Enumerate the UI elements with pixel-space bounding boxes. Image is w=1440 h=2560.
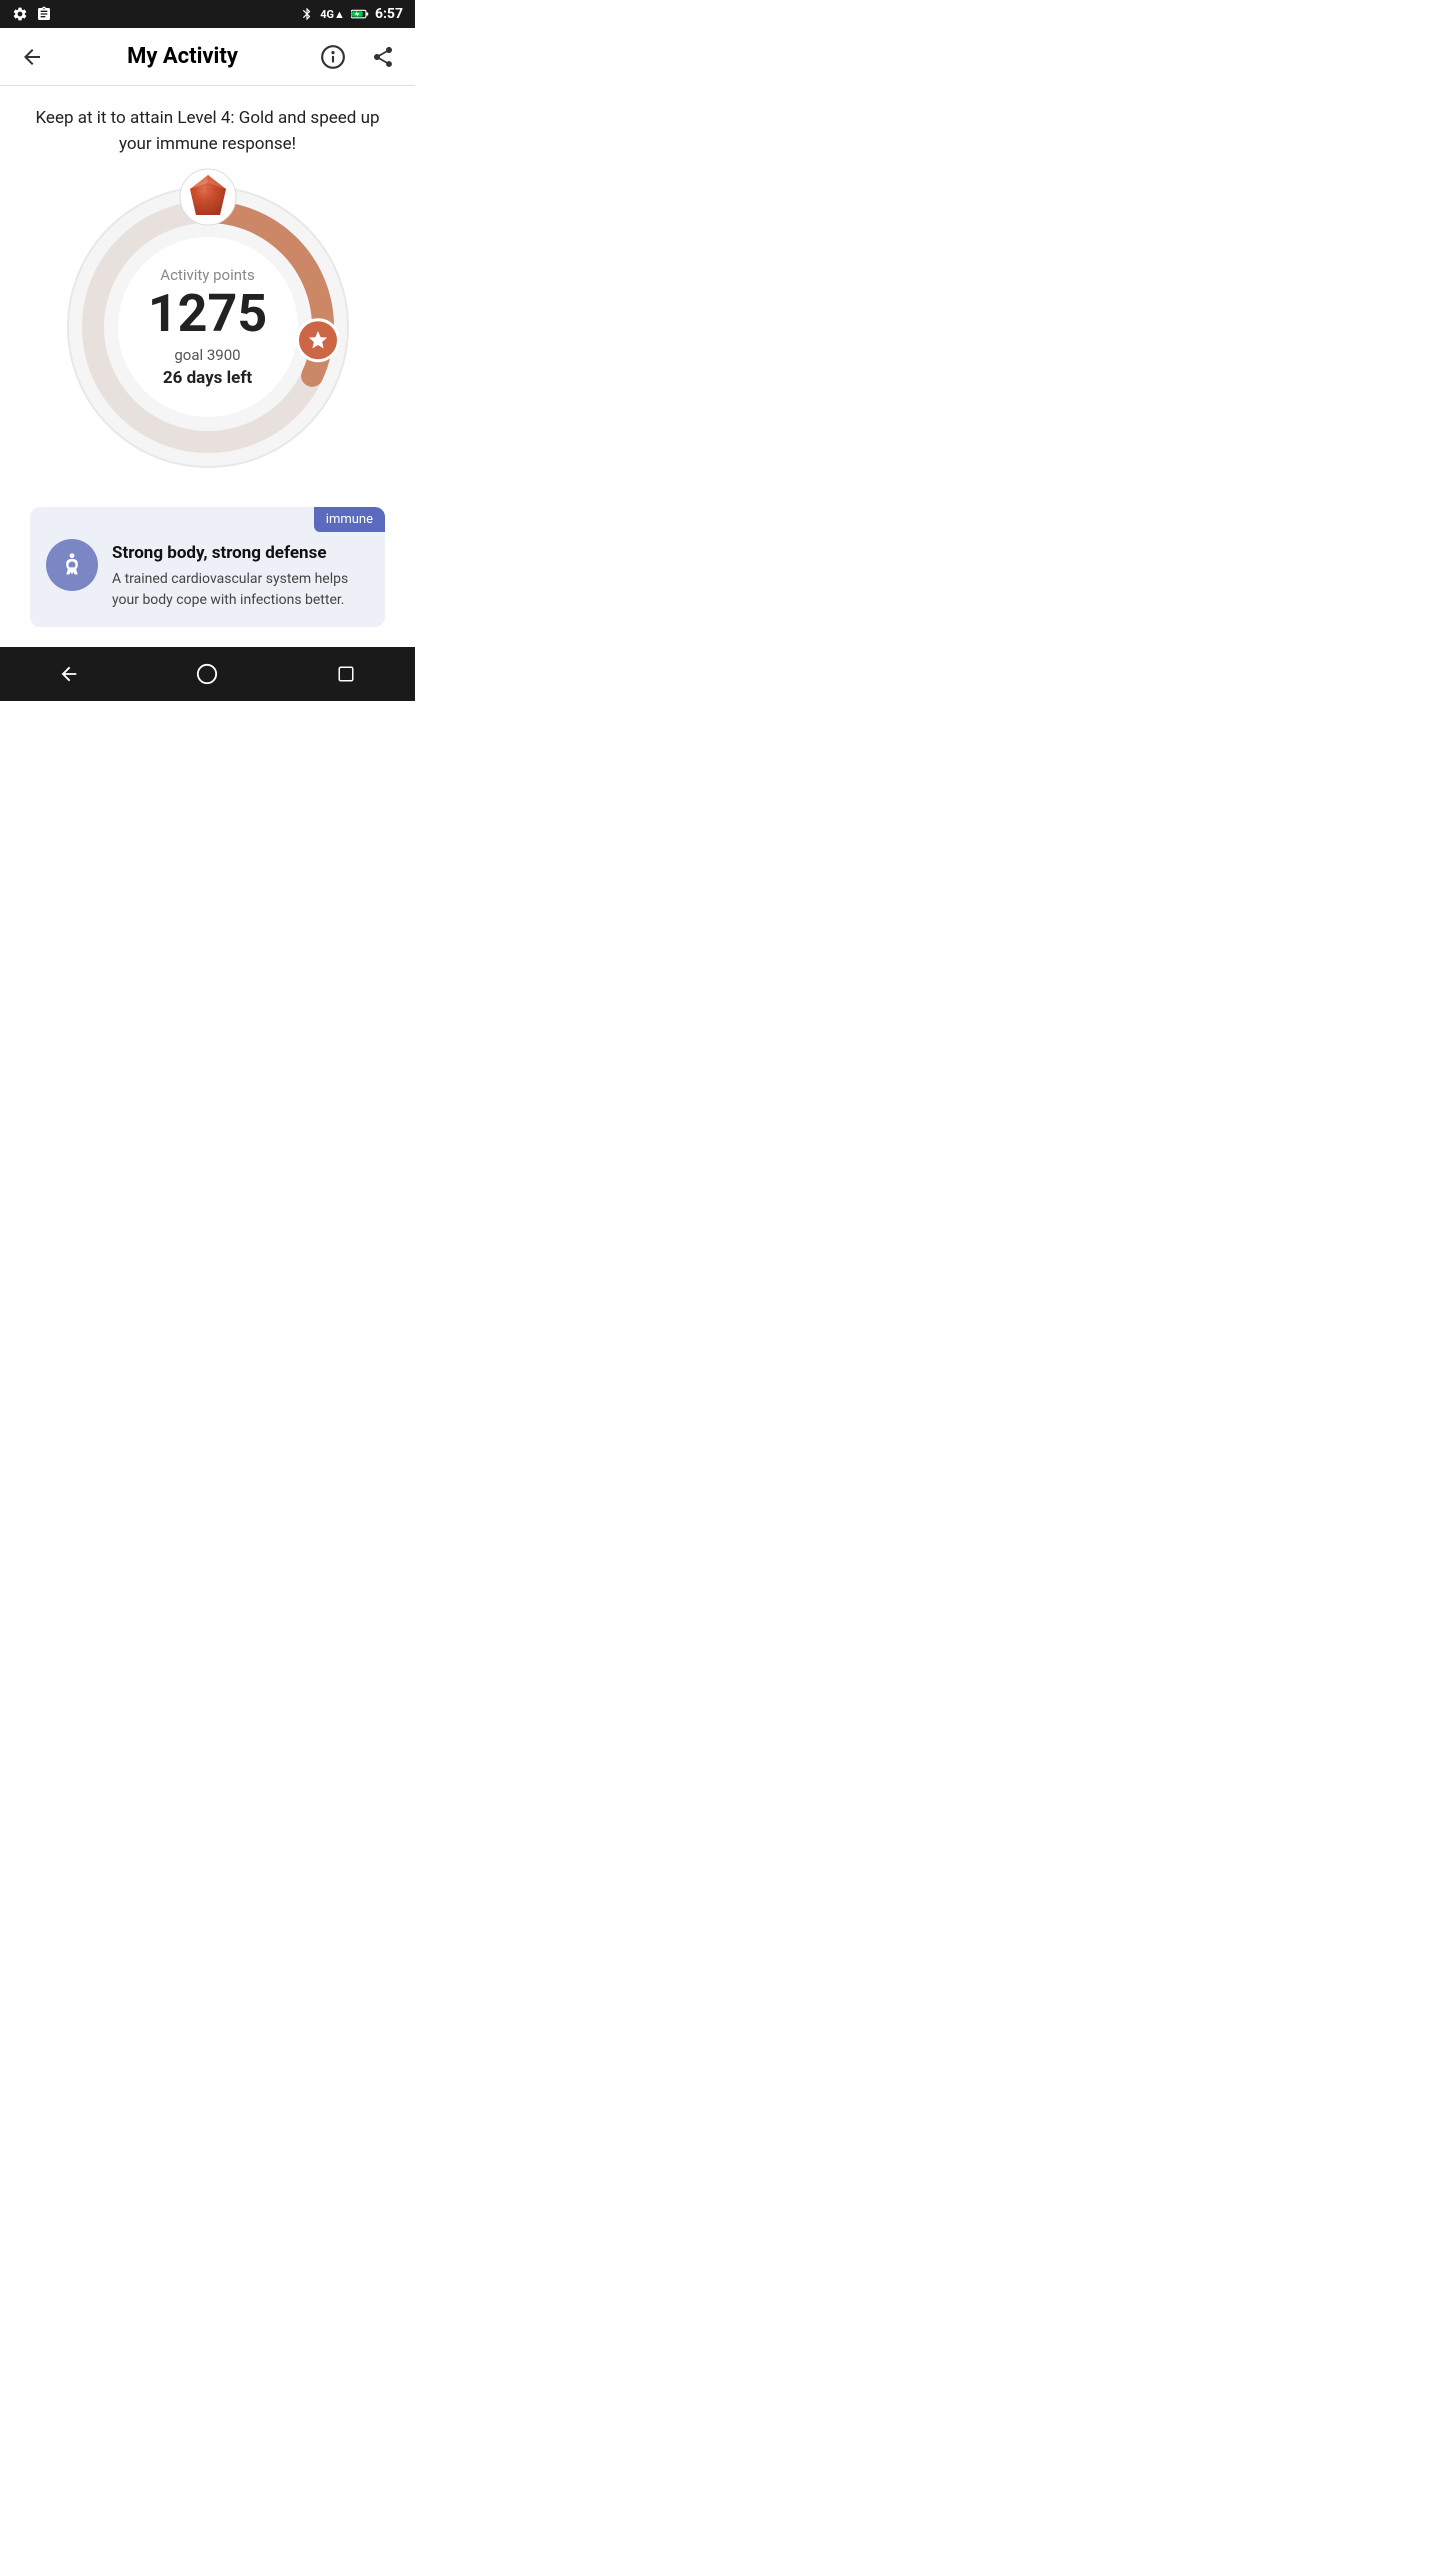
status-bar: 4G▲ 6:57 (0, 0, 415, 28)
bluetooth-icon (300, 7, 314, 21)
battery-icon (351, 8, 369, 20)
status-left-icons (12, 6, 52, 22)
home-nav-button[interactable] (191, 658, 223, 690)
activity-person-icon (46, 539, 98, 591)
star-badge (296, 318, 340, 362)
gem-icon (178, 167, 238, 227)
page-title: My Activity (127, 44, 238, 69)
back-arrow-icon (20, 45, 44, 69)
immune-badge: immune (314, 507, 385, 532)
recents-nav-button[interactable] (330, 658, 362, 690)
bottom-nav (0, 647, 415, 701)
info-icon (320, 44, 346, 70)
motivational-text: Keep at it to attain Level 4: Gold and s… (20, 106, 395, 157)
signal-4g-icon: 4G▲ (320, 8, 345, 21)
activity-points-value: 1275 (148, 288, 267, 340)
square-icon (337, 665, 355, 683)
info-button[interactable] (317, 41, 349, 73)
main-content: Keep at it to attain Level 4: Gold and s… (0, 86, 415, 627)
share-icon (371, 45, 395, 69)
nav-right-icons (317, 41, 399, 73)
activity-points-label: Activity points (148, 266, 267, 284)
clipboard-icon (36, 6, 52, 22)
home-circle-icon (196, 663, 218, 685)
status-right-icons: 4G▲ 6:57 (300, 6, 403, 22)
card-text-area: Strong body, strong defense A trained ca… (112, 543, 369, 611)
card-description: A trained cardiovascular system helps yo… (112, 569, 369, 611)
back-button[interactable] (16, 41, 48, 73)
time-display: 6:57 (375, 6, 403, 22)
settings-icon (12, 6, 28, 22)
back-triangle-icon (58, 663, 80, 685)
activity-goal: goal 3900 (148, 346, 267, 364)
card-title: Strong body, strong defense (112, 543, 369, 563)
nav-bar: My Activity (0, 28, 415, 86)
back-nav-button[interactable] (53, 658, 85, 690)
days-left: 26 days left (148, 368, 267, 388)
share-button[interactable] (367, 41, 399, 73)
activity-ring-container: Activity points 1275 goal 3900 26 days l… (58, 177, 358, 477)
info-card: immune Strong body, strong defense A tra… (30, 507, 385, 627)
ring-center: Activity points 1275 goal 3900 26 days l… (148, 266, 267, 388)
